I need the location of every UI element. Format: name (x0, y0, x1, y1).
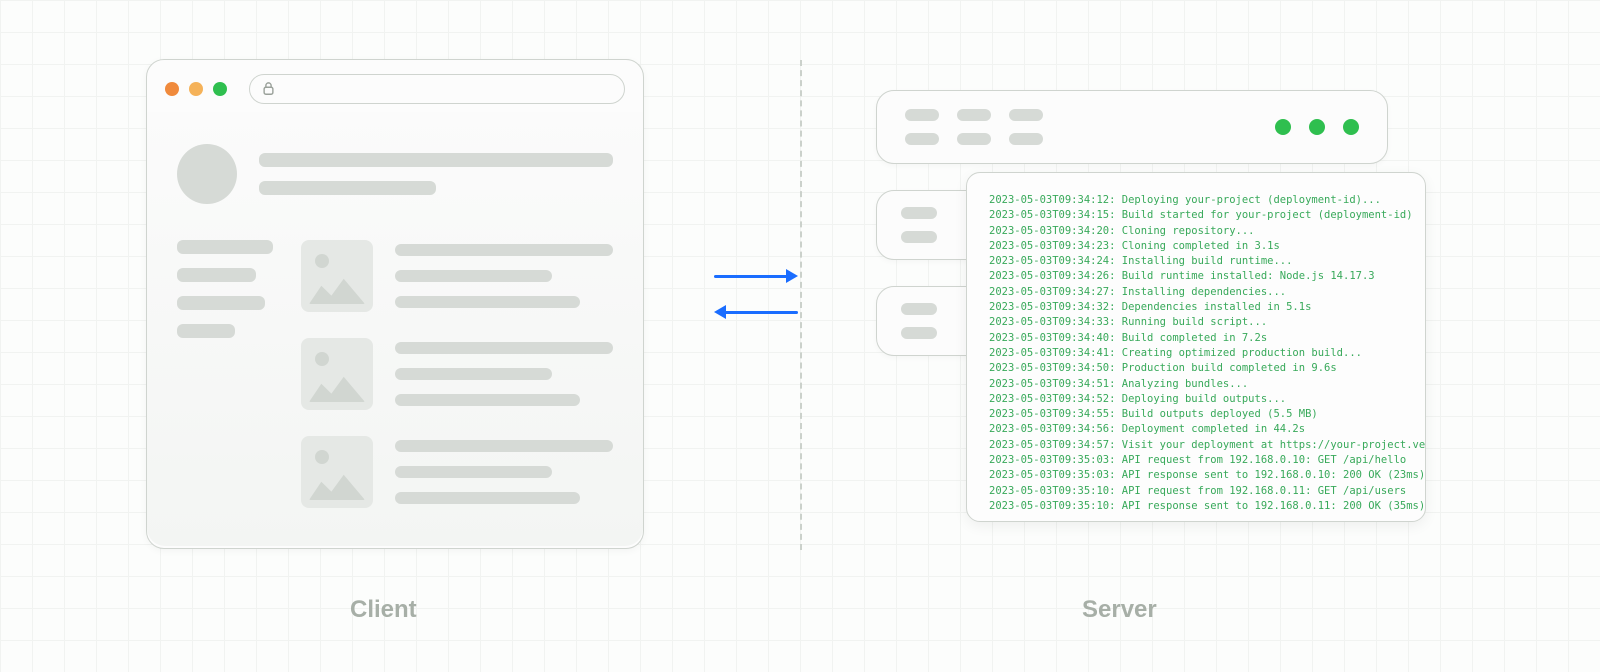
terminal-line: 2023-05-03T09:35:10: API response sent t… (989, 499, 1405, 514)
url-bar[interactable] (249, 74, 625, 104)
terminal-line: 2023-05-03T09:34:12: Deploying your-proj… (989, 193, 1405, 208)
client-browser-window (146, 59, 644, 549)
terminal-line: 2023-05-03T09:34:33: Running build scrip… (989, 315, 1405, 330)
traffic-lights (165, 82, 227, 96)
terminal-line: 2023-05-03T09:34:32: Dependencies instal… (989, 300, 1405, 315)
skeleton-line (395, 466, 552, 478)
skeleton-line (177, 296, 265, 310)
skeleton-pill (901, 207, 937, 219)
client-label: Client (350, 596, 417, 624)
lock-icon (262, 82, 275, 96)
list-item (301, 436, 613, 508)
browser-body (147, 112, 643, 546)
terminal-line: 2023-05-03T09:35:03: API request from 19… (989, 453, 1405, 468)
terminal-line: 2023-05-03T09:34:52: Deploying build out… (989, 392, 1405, 407)
skeleton-line (395, 244, 613, 256)
terminal-line: 2023-05-03T09:35:10: API request from 19… (989, 484, 1405, 499)
skeleton-line (259, 153, 613, 167)
image-placeholder-icon (301, 436, 373, 508)
skeleton-line (259, 181, 436, 195)
image-placeholder-icon (301, 240, 373, 312)
terminal-line: 2023-05-03T09:34:24: Installing build ru… (989, 254, 1405, 269)
terminal-line: 2023-05-03T09:34:41: Creating optimized … (989, 346, 1405, 361)
server-terminal: 2023-05-03T09:34:12: Deploying your-proj… (966, 172, 1426, 522)
terminal-line: 2023-05-03T09:34:27: Installing dependen… (989, 285, 1405, 300)
content-list (301, 240, 613, 508)
skeleton-line (395, 492, 580, 504)
skeleton-pill (901, 303, 937, 315)
skeleton-pill (1009, 133, 1043, 145)
skeleton-line (395, 368, 552, 380)
arrow-request (714, 265, 798, 287)
server-node (876, 90, 1388, 164)
avatar (177, 144, 237, 204)
terminal-line: 2023-05-03T09:34:57: Visit your deployme… (989, 438, 1405, 453)
status-dot-icon (1275, 119, 1291, 135)
skeleton-pill (905, 109, 939, 121)
terminal-line: 2023-05-03T09:34:40: Build completed in … (989, 331, 1405, 346)
terminal-line: 2023-05-03T09:34:55: Build outputs deplo… (989, 407, 1405, 422)
skeleton-line (177, 240, 273, 254)
server-label: Server (1082, 596, 1157, 624)
terminal-line: 2023-05-03T09:35:03: API response sent t… (989, 468, 1405, 483)
skeleton-pill (901, 231, 937, 243)
skeleton-line (395, 394, 580, 406)
skeleton-line (395, 296, 580, 308)
terminal-line: 2023-05-03T09:34:26: Build runtime insta… (989, 269, 1405, 284)
skeleton-line (395, 440, 613, 452)
terminal-line: 2023-05-03T09:34:51: Analyzing bundles..… (989, 377, 1405, 392)
skeleton-pill (901, 327, 937, 339)
status-dot-icon (1343, 119, 1359, 135)
traffic-light-zoom-icon (213, 82, 227, 96)
profile-header (177, 144, 613, 204)
terminal-line: 2023-05-03T09:34:56: Deployment complete… (989, 422, 1405, 437)
skeleton-line (177, 268, 256, 282)
skeleton-pill (905, 133, 939, 145)
arrow-response (714, 301, 798, 323)
traffic-light-minimize-icon (189, 82, 203, 96)
skeleton-line (395, 342, 613, 354)
skeleton-pill (957, 133, 991, 145)
terminal-line: 2023-05-03T09:34:50: Production build co… (989, 361, 1405, 376)
browser-chrome (147, 60, 643, 112)
skeleton-pill (1009, 109, 1043, 121)
terminal-line: 2023-05-03T09:34:20: Cloning repository.… (989, 224, 1405, 239)
skeleton-pill (957, 109, 991, 121)
traffic-light-close-icon (165, 82, 179, 96)
terminal-line: 2023-05-03T09:34:23: Cloning completed i… (989, 239, 1405, 254)
client-server-divider (800, 60, 802, 550)
image-placeholder-icon (301, 338, 373, 410)
list-item (301, 338, 613, 410)
request-response-arrows (714, 265, 798, 337)
skeleton-line (395, 270, 552, 282)
skeleton-line (177, 324, 235, 338)
sidebar-skeleton (177, 240, 273, 508)
status-dot-icon (1309, 119, 1325, 135)
list-item (301, 240, 613, 312)
terminal-line: 2023-05-03T09:34:15: Build started for y… (989, 208, 1405, 223)
